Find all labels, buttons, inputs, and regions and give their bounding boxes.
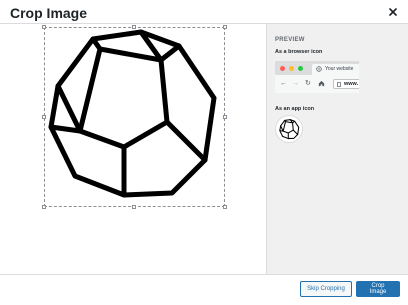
crop-handle-ne[interactable] [223, 25, 227, 29]
browser-icon-label: As a browser icon [275, 49, 323, 55]
app-icon-preview [275, 115, 303, 143]
tab-title: Your website [325, 66, 354, 72]
crop-image-button[interactable]: Crop Image [356, 281, 400, 297]
skip-cropping-button[interactable]: Skip Cropping [300, 281, 352, 297]
crop-handle-e[interactable] [223, 115, 227, 119]
crop-handle-nw[interactable] [42, 25, 46, 29]
browser-navbar: ← → ↻ www. [275, 75, 359, 93]
back-arrow-icon: ← [280, 80, 287, 87]
dialog-footer: Skip Cropping Crop Image [0, 274, 408, 305]
crop-selection[interactable] [44, 27, 225, 207]
crop-handle-w[interactable] [42, 115, 46, 119]
page-icon [337, 82, 341, 87]
dialog-header: Crop Image [0, 0, 408, 24]
preview-heading: PREVIEW [275, 37, 305, 43]
browser-preview: Your website ← → ↻ www. [275, 61, 359, 93]
traffic-light-yellow [289, 66, 294, 71]
app-icon-label: As an app icon [275, 106, 315, 112]
crop-handle-sw[interactable] [42, 205, 46, 209]
url-bar: www. [333, 79, 359, 89]
crop-handle-n[interactable] [132, 25, 136, 29]
crop-editor [0, 24, 266, 274]
dialog-title: Crop Image [10, 5, 88, 21]
home-icon [318, 80, 325, 87]
traffic-light-green [298, 66, 303, 71]
url-text: www. [344, 81, 359, 87]
browser-tab: Your website [312, 64, 359, 75]
crop-handle-s[interactable] [132, 205, 136, 209]
dodecahedron-app-icon [279, 119, 300, 140]
forward-arrow-icon: → [292, 80, 299, 87]
crop-area[interactable] [42, 25, 227, 209]
crop-handle-se[interactable] [223, 205, 227, 209]
browser-tabbar: Your website [275, 61, 359, 75]
reload-icon: ↻ [305, 80, 311, 87]
preview-sidebar: PREVIEW As a browser icon Your website ←… [266, 24, 408, 274]
site-favicon-icon [316, 66, 322, 72]
traffic-light-red [280, 66, 285, 71]
close-icon [389, 8, 397, 16]
close-button[interactable] [378, 0, 408, 24]
